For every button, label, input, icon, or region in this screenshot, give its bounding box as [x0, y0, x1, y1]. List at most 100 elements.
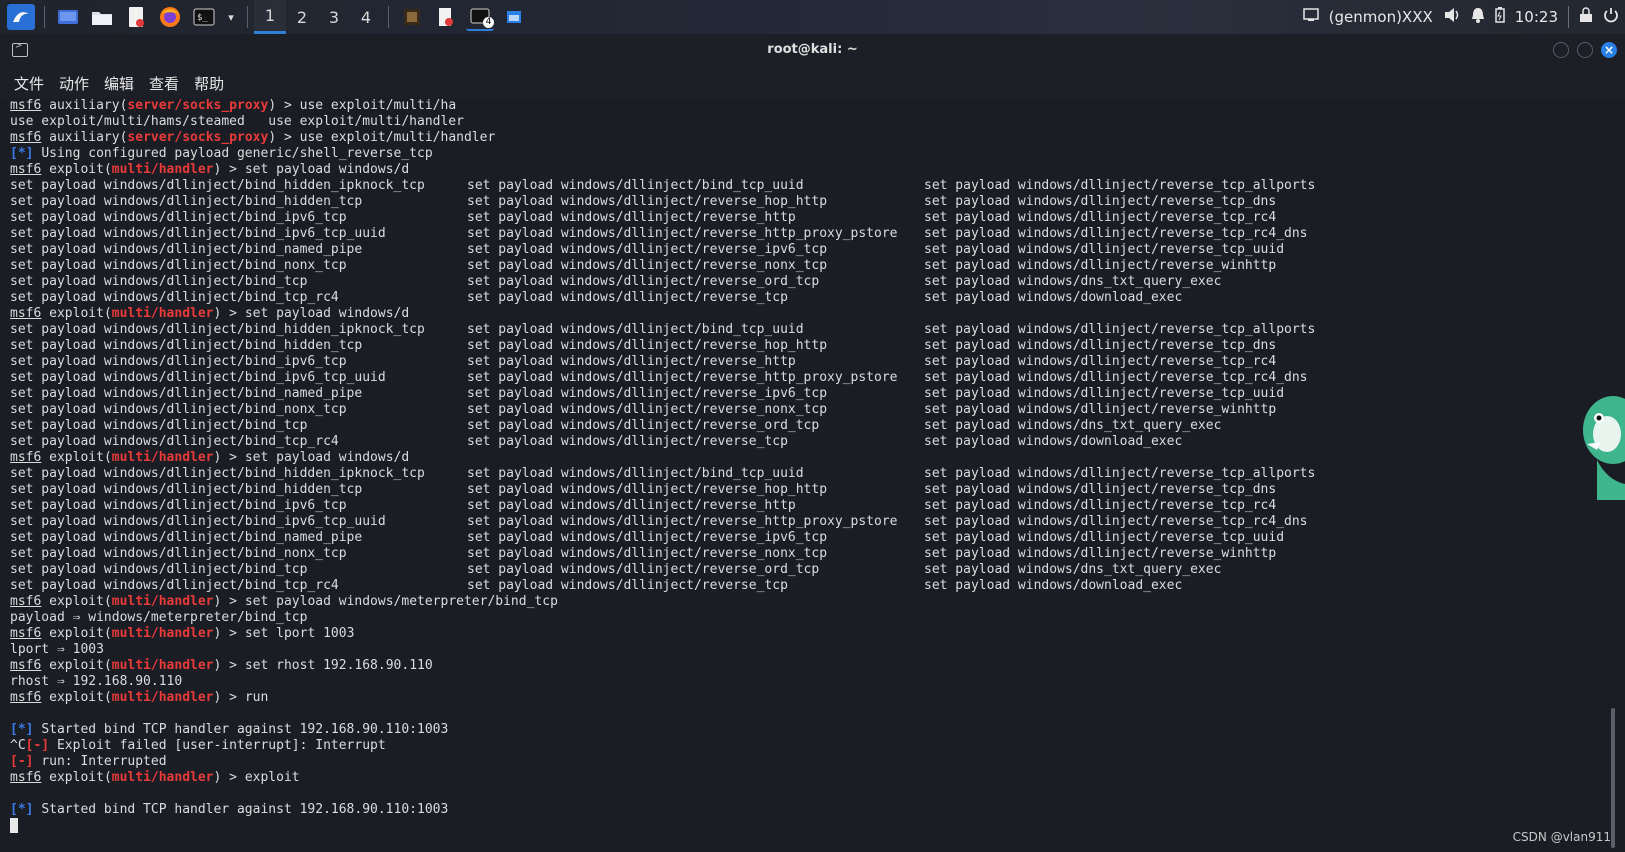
completion-row: set payload windows/dllinject/bind_hidde…	[10, 322, 1381, 338]
show-desktop-icon[interactable]	[54, 4, 82, 30]
genmon-status-text[interactable]: (genmon)XXX	[1329, 8, 1433, 26]
firefox-icon[interactable]	[156, 4, 184, 30]
workspace-4[interactable]: 4	[350, 0, 382, 34]
notification-bell-icon[interactable]	[1471, 7, 1485, 27]
completion-item: set payload windows/download_exec	[924, 290, 1183, 305]
menu-edit[interactable]: 编辑	[104, 73, 134, 94]
module-context: exploit	[49, 162, 104, 177]
completion-item: set payload windows/dllinject/bind_tcp	[10, 562, 308, 577]
clock[interactable]: 10:23	[1515, 8, 1558, 26]
menu-view[interactable]: 查看	[149, 73, 179, 94]
terminal-line: [*] Using configured payload generic/she…	[10, 146, 1381, 162]
completion-row: set payload windows/dllinject/bind_hidde…	[10, 338, 1381, 354]
completion-item: set payload windows/download_exec	[924, 578, 1183, 593]
window-title: root@kali: ~	[767, 42, 858, 57]
error-marker: [-]	[10, 754, 34, 769]
command-text: set rhost 192.168.90.110	[244, 658, 433, 673]
scrollbar[interactable]	[1611, 708, 1615, 848]
completion-row: set payload windows/dllinject/bind_ipv6_…	[10, 514, 1381, 530]
module-name: server/socks_proxy	[127, 130, 269, 145]
terminal-task-icon[interactable]: 4	[466, 3, 494, 31]
completion-item: set payload windows/dllinject/reverse_tc…	[924, 466, 1316, 481]
completion-item: set payload windows/dllinject/bind_ipv6_…	[10, 498, 347, 513]
completion-item: set payload windows/dllinject/bind_ipv6_…	[10, 226, 386, 241]
workspace-1[interactable]: 1	[254, 0, 286, 34]
window-count-badge: 4	[483, 17, 494, 28]
output-text: Exploit failed [user-interrupt]: Interru…	[56, 738, 386, 753]
file-manager-icon[interactable]	[88, 4, 116, 30]
completion-item: set payload windows/dllinject/reverse_ht…	[467, 370, 898, 385]
output-text: rhost ⇒ 192.168.90.110	[10, 674, 183, 689]
close-button[interactable]: ×	[1601, 42, 1617, 58]
terminal-output[interactable]: msf6 auxiliary(server/socks_proxy) > use…	[0, 98, 1625, 852]
command-text: exploit	[244, 770, 300, 785]
editor-task-icon[interactable]	[432, 4, 460, 30]
maximize-button[interactable]	[1577, 42, 1593, 58]
completion-item: set payload windows/dns_txt_query_exec	[924, 274, 1222, 289]
completion-item: set payload windows/dns_txt_query_exec	[924, 418, 1222, 433]
workspace-2[interactable]: 2	[286, 0, 318, 34]
completion-item: set payload windows/dllinject/bind_nonx_…	[10, 546, 347, 561]
terminal-line: msf6 exploit(multi/handler) > set payloa…	[10, 162, 410, 177]
window-task-icon[interactable]	[500, 4, 528, 30]
completion-item: set payload windows/dllinject/reverse_ht…	[467, 514, 898, 529]
module-context: exploit	[49, 770, 104, 785]
minimize-button[interactable]	[1553, 42, 1569, 58]
completion-item: set payload windows/dllinject/bind_nonx_…	[10, 258, 347, 273]
output-text: payload ⇒ windows/meterpreter/bind_tcp	[10, 610, 308, 625]
battery-icon[interactable]	[1495, 7, 1505, 27]
prompt-label: msf6	[10, 162, 42, 177]
logout-icon[interactable]	[1603, 7, 1619, 27]
completion-item: set payload windows/dllinject/bind_named…	[10, 242, 363, 257]
completion-row: set payload windows/dllinject/bind_tcp se…	[10, 274, 1381, 290]
workspace-3[interactable]: 3	[318, 0, 350, 34]
completion-row: set payload windows/dllinject/bind_ipv6_…	[10, 498, 1381, 514]
divider	[247, 6, 248, 28]
svg-text:$_: $_	[197, 13, 208, 23]
text-editor-icon[interactable]	[122, 4, 150, 30]
completion-item: set payload windows/dllinject/bind_nonx_…	[10, 402, 347, 417]
completion-row: set payload windows/dllinject/bind_hidde…	[10, 482, 1381, 498]
terminal-lines: msf6 auxiliary(server/socks_proxy) > use…	[10, 98, 1381, 834]
completion-item: set payload windows/download_exec	[924, 434, 1183, 449]
command-text: set payload windows/d	[244, 450, 410, 465]
image-viewer-task-icon[interactable]	[398, 4, 426, 30]
completion-item: set payload windows/dllinject/bind_ipv6_…	[10, 354, 347, 369]
completion-row: set payload windows/dllinject/bind_hidde…	[10, 194, 1381, 210]
display-icon[interactable]	[1302, 8, 1319, 26]
completion-item: set payload windows/dllinject/reverse_ht…	[467, 210, 796, 225]
prompt-label: msf6	[10, 450, 42, 465]
module-context: auxiliary	[49, 130, 120, 145]
completion-item: set payload windows/dllinject/bind_tcp_u…	[467, 178, 804, 193]
menu-actions[interactable]: 动作	[59, 73, 89, 94]
terminal-line: msf6 exploit(multi/handler) > set payloa…	[10, 450, 410, 465]
completion-item: set payload windows/dllinject/bind_hidde…	[10, 322, 425, 337]
completion-item: set payload windows/dllinject/reverse_tc…	[924, 370, 1308, 385]
lock-icon[interactable]	[1579, 7, 1593, 27]
menu-bar: 文件 动作 编辑 查看 帮助	[0, 68, 1625, 98]
completion-row: set payload windows/dllinject/bind_hidde…	[10, 466, 1381, 482]
prompt-label: msf6	[10, 658, 42, 673]
completion-item: set payload windows/dllinject/bind_hidde…	[10, 338, 363, 353]
terminal-launcher-icon[interactable]: $_	[190, 4, 218, 30]
module-name: multi/handler	[111, 594, 214, 609]
terminal-line: [*] Started bind TCP handler against 192…	[10, 722, 1381, 738]
terminal-line: msf6 exploit(multi/handler) > set lport …	[10, 626, 355, 641]
window-titlebar[interactable]: root@kali: ~ ×	[0, 34, 1625, 68]
menu-file[interactable]: 文件	[14, 73, 44, 94]
mascot-sticker	[1577, 390, 1625, 500]
menu-help[interactable]: 帮助	[194, 73, 224, 94]
chevron-down-icon[interactable]: ▾	[224, 4, 238, 30]
completion-item: set payload windows/dllinject/bind_hidde…	[10, 178, 425, 193]
text-cursor	[10, 818, 18, 833]
completion-item: set payload windows/dllinject/reverse_wi…	[924, 402, 1277, 417]
completion-item: set payload windows/dllinject/reverse_ht…	[467, 498, 796, 513]
terminal-line: msf6 exploit(multi/handler) > set rhost …	[10, 658, 433, 673]
terminal-line: msf6 exploit(multi/handler) > set payloa…	[10, 306, 410, 321]
module-name: multi/handler	[111, 450, 214, 465]
completion-item: set payload windows/dllinject/bind_ipv6_…	[10, 370, 386, 385]
kali-menu-icon[interactable]	[7, 4, 35, 30]
volume-icon[interactable]	[1443, 7, 1461, 27]
prompt-label: msf6	[10, 130, 42, 145]
